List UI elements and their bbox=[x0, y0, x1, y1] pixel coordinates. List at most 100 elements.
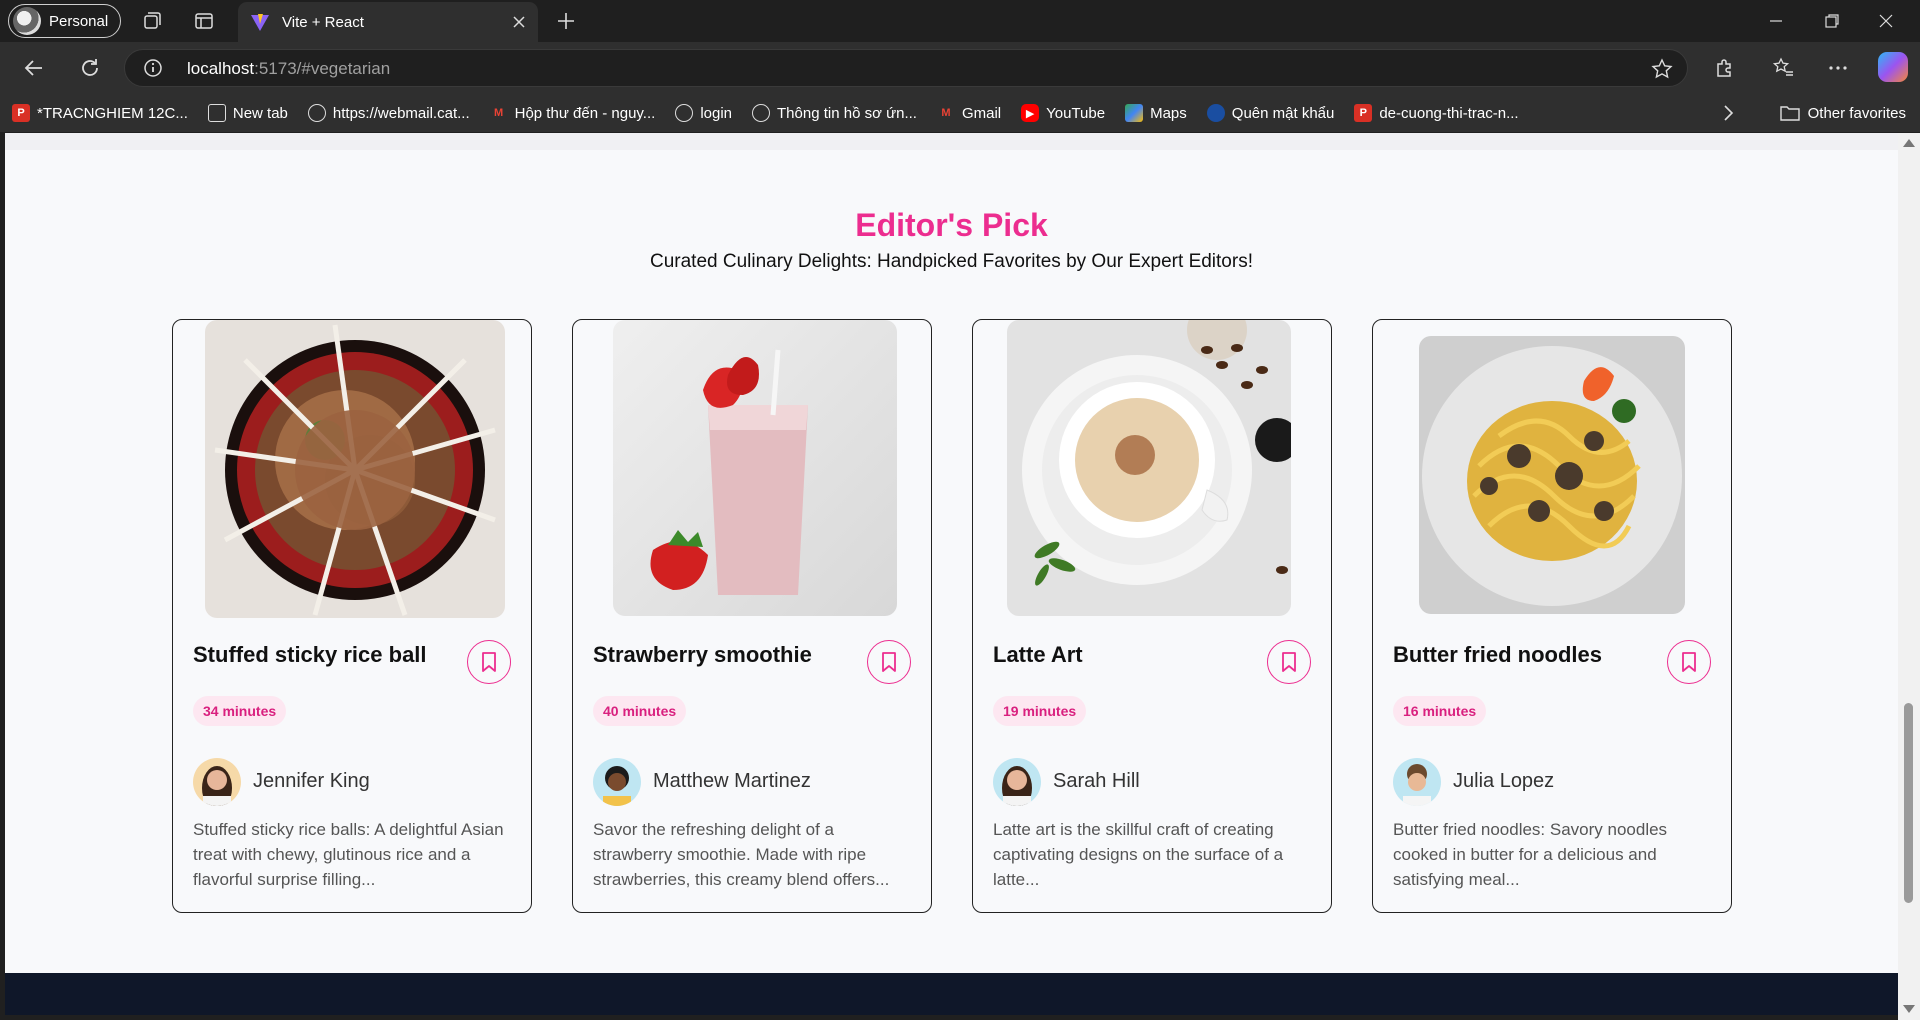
favorites-button[interactable] bbox=[1770, 54, 1798, 82]
recipe-image[interactable] bbox=[613, 320, 897, 616]
pdf-icon: P bbox=[12, 104, 30, 122]
restore-button[interactable] bbox=[1812, 8, 1852, 34]
favorite-star-icon[interactable] bbox=[1651, 58, 1673, 80]
bookmark-label: *TRACNGHIEM 12C... bbox=[37, 104, 188, 122]
gmail-icon: M bbox=[941, 107, 951, 119]
bookmark-label: YouTube bbox=[1046, 104, 1106, 122]
youtube-icon: ▶ bbox=[1021, 104, 1040, 122]
minimize-button[interactable] bbox=[1756, 8, 1796, 34]
browser-toolbar: localhost:5173/#vegetarian bbox=[0, 42, 1920, 94]
url-host: localhost bbox=[187, 59, 255, 78]
bookmark-label: Hộp thư đến - nguy... bbox=[514, 104, 656, 122]
bookmark-item[interactable]: login bbox=[675, 104, 732, 122]
page-footer bbox=[5, 973, 1898, 1015]
refresh-icon bbox=[82, 59, 98, 76]
extensions-button[interactable] bbox=[1710, 54, 1738, 82]
vite-logo-icon bbox=[251, 14, 269, 31]
recipe-image[interactable] bbox=[1419, 336, 1685, 614]
url-text: localhost:5173/#vegetarian bbox=[187, 59, 390, 79]
scroll-up-arrow[interactable] bbox=[1903, 139, 1915, 147]
url-path: :5173/#vegetarian bbox=[254, 59, 391, 78]
favorites-list-icon bbox=[1773, 57, 1793, 76]
refresh-button[interactable] bbox=[76, 54, 104, 82]
workspaces-icon[interactable] bbox=[140, 9, 164, 33]
author-name: Julia Lopez bbox=[1453, 770, 1555, 792]
ellipsis-icon bbox=[1829, 66, 1847, 70]
bookmark-button[interactable] bbox=[467, 640, 511, 684]
author-avatar bbox=[593, 758, 641, 806]
more-options-button[interactable] bbox=[1824, 54, 1852, 82]
bookmark-button[interactable] bbox=[1667, 640, 1711, 684]
puzzle-icon bbox=[1717, 59, 1731, 77]
author-avatar bbox=[1393, 758, 1441, 806]
close-window-button[interactable] bbox=[1866, 8, 1906, 34]
recipe-name: Butter fried noodles bbox=[1393, 642, 1603, 667]
address-bar[interactable]: localhost:5173/#vegetarian bbox=[124, 49, 1688, 87]
bookmark-label: Quên mật khẩu bbox=[1231, 104, 1335, 122]
bookmark-item[interactable]: Pde-cuong-thi-trac-n... bbox=[1354, 104, 1519, 122]
bookmark-item[interactable]: Quên mật khẩu bbox=[1206, 104, 1335, 122]
recipe-description: Stuffed sticky rice balls: A delightful … bbox=[193, 820, 504, 889]
bookmark-label: Thông tin hồ sơ ứn... bbox=[777, 104, 917, 122]
bookmark-icon bbox=[1282, 652, 1296, 672]
bookmark-label: https://webmail.cat... bbox=[332, 104, 470, 122]
bookmark-icon bbox=[482, 652, 496, 672]
recipe-card[interactable]: Butter fried noodles 16 minutes Julia Lo… bbox=[1372, 319, 1732, 913]
back-button[interactable] bbox=[20, 54, 48, 82]
recipe-card[interactable]: Stuffed sticky rice ball 34 minutes Jenn… bbox=[172, 319, 532, 913]
recipe-image[interactable] bbox=[1007, 320, 1291, 616]
chevron-right-icon[interactable] bbox=[1718, 103, 1738, 123]
new-tab-button[interactable] bbox=[552, 7, 580, 35]
recipe-name: Latte Art bbox=[993, 642, 1083, 667]
bookmark-label: Maps bbox=[1150, 104, 1187, 122]
bookmark-item[interactable]: P *TRACNGHIEM 12C... bbox=[12, 104, 188, 122]
recipe-card[interactable]: Strawberry smoothie 40 minutes Matthew M… bbox=[572, 319, 932, 913]
plus-icon bbox=[558, 13, 574, 29]
profile-label: Personal bbox=[49, 12, 109, 30]
recipe-description: Butter fried noodles: Savory noodles coo… bbox=[1393, 820, 1668, 889]
profile-button[interactable]: Personal bbox=[8, 4, 122, 38]
author-name: Matthew Martinez bbox=[653, 770, 811, 792]
other-favorites-label: Other favorites bbox=[1807, 104, 1906, 122]
globe-icon bbox=[675, 104, 694, 122]
bookmark-label: de-cuong-thi-trac-n... bbox=[1379, 104, 1519, 122]
folder-icon bbox=[1779, 106, 1800, 121]
other-favorites[interactable]: Other favorites bbox=[1779, 94, 1906, 132]
bookmarks-bar: P *TRACNGHIEM 12C... New tab https://webm… bbox=[0, 94, 1920, 132]
bookmark-item[interactable]: M Gmail bbox=[937, 104, 1001, 122]
bookmark-item[interactable]: ▶ YouTube bbox=[1021, 104, 1105, 122]
recipe-card[interactable]: Latte Art 19 minutes Sarah Hill Latte ar… bbox=[972, 319, 1332, 913]
author-name: Sarah Hill bbox=[1053, 770, 1140, 792]
browser-tab[interactable]: Vite + React bbox=[238, 2, 538, 42]
page-viewport: Editor's Pick Curated Culinary Delights:… bbox=[5, 133, 1898, 1015]
recipe-name: Stuffed sticky rice ball bbox=[193, 642, 427, 667]
bookmark-label: New tab bbox=[232, 104, 288, 122]
scrollbar-thumb[interactable] bbox=[1904, 703, 1913, 903]
author-avatar bbox=[193, 758, 241, 806]
bookmark-item[interactable]: New tab bbox=[207, 104, 288, 122]
title-bar: Personal Vite + React bbox=[0, 0, 1920, 42]
info-icon[interactable] bbox=[143, 58, 163, 78]
scroll-down-arrow[interactable] bbox=[1903, 1005, 1915, 1013]
section-title: Editor's Pick bbox=[855, 207, 1048, 243]
bookmark-icon bbox=[1682, 652, 1696, 672]
globe-icon bbox=[752, 104, 771, 122]
bookmark-button[interactable] bbox=[867, 640, 911, 684]
shield-icon bbox=[1206, 104, 1225, 122]
bookmark-button[interactable] bbox=[1267, 640, 1311, 684]
arrow-left-icon bbox=[24, 60, 42, 76]
bookmark-item[interactable]: Maps bbox=[1125, 104, 1187, 122]
copilot-icon[interactable] bbox=[1878, 52, 1908, 82]
tab-actions-icon[interactable] bbox=[192, 9, 216, 33]
close-tab-icon[interactable] bbox=[512, 15, 526, 29]
cook-time-badge: 40 minutes bbox=[593, 696, 687, 726]
cook-time-badge: 34 minutes bbox=[193, 696, 287, 726]
page-scrollbar[interactable] bbox=[1898, 133, 1920, 1020]
bookmark-item[interactable]: M Hộp thư đến - nguy... bbox=[490, 104, 656, 122]
maps-icon bbox=[1125, 104, 1144, 122]
bookmark-label: Gmail bbox=[961, 104, 1002, 122]
bookmark-item[interactable]: https://webmail.cat... bbox=[307, 104, 470, 122]
bookmark-item[interactable]: Thông tin hồ sơ ứn... bbox=[752, 104, 917, 122]
recipe-image[interactable] bbox=[205, 320, 505, 618]
recipe-description: Savor the refreshing delight of a strawb… bbox=[593, 820, 890, 889]
